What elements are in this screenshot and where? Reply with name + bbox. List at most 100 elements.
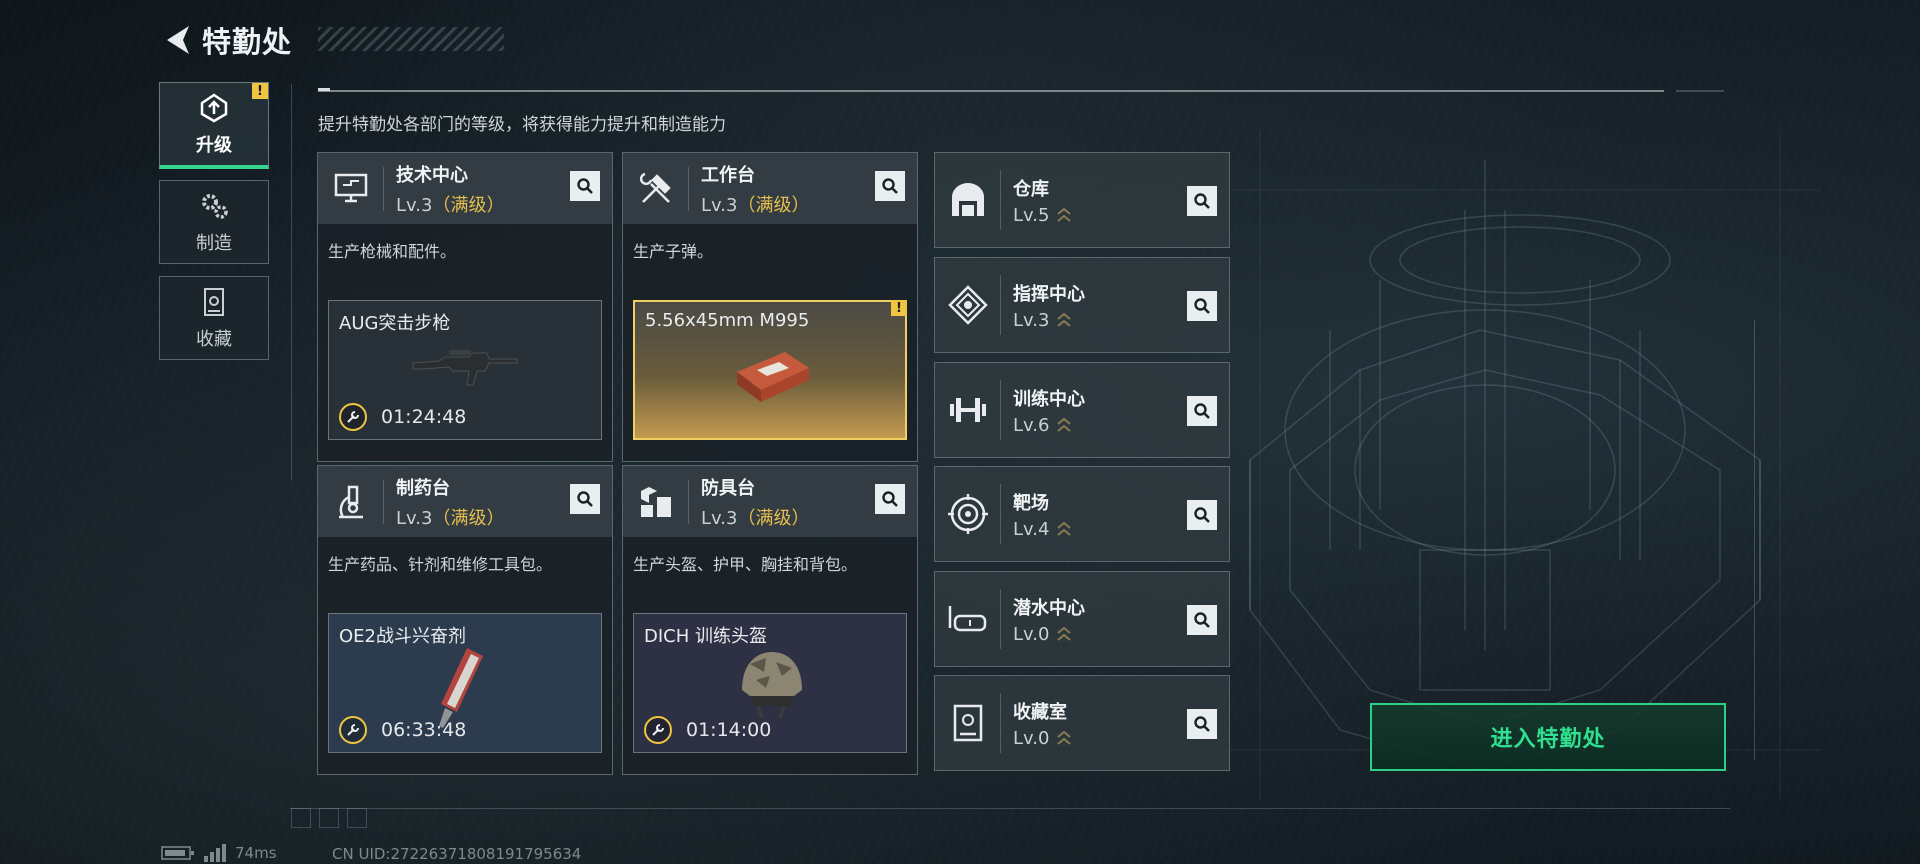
production-timer: 01:24:48 (339, 403, 466, 431)
frame-line (290, 808, 1730, 809)
inspect-button[interactable] (1187, 605, 1217, 635)
magnifier-icon (882, 178, 898, 194)
armor-blocks-icon (623, 479, 689, 524)
hammer-wrench-icon (623, 166, 689, 211)
helmet-icon (742, 652, 802, 719)
product-name: AUG突击步枪 (339, 313, 451, 334)
max-level-tag: （满级） (737, 194, 810, 216)
magnifier-icon (882, 491, 898, 507)
facility-card-workbench[interactable]: 工作台 Lv.3（满级） 生产子弹。 ! 5.56x45mm M995 (622, 152, 918, 462)
facility-card-armor-bench[interactable]: 防具台 Lv.3（满级） 生产头盔、护甲、胸挂和背包。 DICH 训练头盔 01… (622, 465, 918, 775)
facility-name: 防具台 (701, 477, 755, 499)
nav-tab-collection[interactable]: 收藏 (159, 276, 269, 360)
facility-card-pharmacy[interactable]: 制药台 Lv.3（满级） 生产药品、针剂和维修工具包。 OE2战斗兴奋剂 06:… (317, 465, 613, 775)
wrench-timer-icon (339, 716, 367, 744)
room-item-diving-center[interactable]: 潜水中心 Lv.0 (934, 571, 1230, 667)
inspect-button[interactable] (1187, 186, 1217, 216)
production-timer: 01:14:00 (644, 716, 771, 744)
ammo-box-icon (737, 352, 809, 402)
inspect-button[interactable] (1187, 396, 1217, 426)
room-name: 潜水中心 (1013, 597, 1085, 619)
room-item-training-center[interactable]: 训练中心 Lv.6 (934, 362, 1230, 458)
room-level: Lv.0 (1013, 623, 1050, 645)
diving-mask-icon (935, 589, 1001, 649)
magnifier-icon (1194, 403, 1210, 419)
timer-value: 06:33:48 (381, 719, 467, 741)
frame-line (1676, 90, 1724, 92)
room-level: Lv.6 (1013, 414, 1050, 436)
inspect-button[interactable] (875, 171, 905, 201)
nav-tab-upgrade[interactable]: ! 升级 (159, 82, 269, 169)
magnifier-icon (577, 491, 593, 507)
inspect-button[interactable] (1187, 709, 1217, 739)
rifle-icon (412, 350, 518, 386)
room-name: 仓库 (1013, 178, 1049, 200)
nav-label-upgrade: 升级 (196, 135, 232, 156)
frame-line (1754, 320, 1755, 760)
enter-facility-button[interactable]: 进入特勤处 (1370, 703, 1726, 771)
facility-card-tech-center[interactable]: 技术中心 Lv.3（满级） 生产枪械和配件。 AUG突击步枪 01:24:48 (317, 152, 613, 462)
max-level-tag: （满级） (737, 507, 810, 529)
inspect-button[interactable] (1187, 291, 1217, 321)
timer-value: 01:14:00 (686, 719, 772, 741)
production-slot-ready[interactable]: ! 5.56x45mm M995 (633, 300, 907, 440)
nav-tab-crafting[interactable]: 制造 (159, 180, 269, 264)
room-level: Lv.3 (1013, 309, 1050, 331)
facility-level: Lv.3 (396, 507, 433, 529)
production-slot[interactable]: OE2战斗兴奋剂 06:33:48 (328, 613, 602, 753)
facility-level: Lv.3 (701, 194, 738, 216)
inspect-button[interactable] (570, 484, 600, 514)
room-name: 收藏室 (1013, 701, 1067, 723)
facility-name: 制药台 (396, 477, 450, 499)
room-item-command-center[interactable]: 指挥中心 Lv.3 (934, 257, 1230, 353)
production-slot[interactable]: DICH 训练头盔 01:14:00 (633, 613, 907, 753)
upgrade-chevron-icon (1057, 311, 1072, 329)
magnifier-icon (1194, 716, 1210, 732)
timer-value: 01:24:48 (381, 406, 467, 428)
page-title: 特勤处 (202, 25, 293, 59)
upgrade-chevron-icon (1057, 206, 1072, 224)
page-subtitle: 提升特勤处各部门的等级，将获得能力提升和制造能力 (318, 115, 726, 135)
nav-label-collection: 收藏 (196, 329, 232, 350)
signal-bars-icon (204, 844, 226, 862)
magnifier-icon (1194, 193, 1210, 209)
production-timer: 06:33:48 (339, 716, 466, 744)
monitor-icon (318, 166, 384, 211)
facility-name: 技术中心 (396, 164, 468, 186)
upgrade-chevron-icon (1057, 729, 1072, 747)
collection-room-icon (935, 693, 1001, 753)
room-name: 靶场 (1013, 492, 1049, 514)
status-bar: 74ms (161, 844, 277, 862)
user-uid: CN UID:27226371808191795634 (332, 845, 582, 863)
ready-badge: ! (891, 300, 907, 316)
room-item-shooting-range[interactable]: 靶场 Lv.4 (934, 466, 1230, 562)
product-name: 5.56x45mm M995 (645, 310, 810, 331)
target-icon (935, 484, 1001, 544)
wrench-timer-icon (339, 403, 367, 431)
back-button[interactable] (160, 20, 194, 60)
facility-description: 生产子弹。 (633, 242, 714, 261)
inspect-button[interactable] (1187, 500, 1217, 530)
facility-description: 生产枪械和配件。 (328, 242, 457, 261)
magnifier-icon (577, 178, 593, 194)
wrench-timer-icon (644, 716, 672, 744)
production-slot[interactable]: AUG突击步枪 01:24:48 (328, 300, 602, 440)
magnifier-icon (1194, 298, 1210, 314)
room-item-collection-room[interactable]: 收藏室 Lv.0 (934, 675, 1230, 771)
inspect-button[interactable] (570, 171, 600, 201)
command-center-icon (935, 275, 1001, 335)
dumbbell-icon (935, 380, 1001, 440)
room-item-warehouse[interactable]: 仓库 Lv.5 (934, 152, 1230, 248)
upgrade-chevron-icon (1057, 520, 1072, 538)
base-wireframe-illustration (1220, 130, 1820, 800)
facility-description: 生产头盔、护甲、胸挂和背包。 (633, 555, 858, 574)
ping-value: 74ms (235, 844, 277, 862)
top-divider (318, 88, 1664, 92)
microscope-icon (318, 479, 384, 524)
notification-badge: ! (252, 83, 268, 99)
room-name: 指挥中心 (1013, 283, 1085, 305)
product-name: DICH 训练头盔 (644, 626, 767, 647)
gears-icon (197, 189, 231, 223)
facility-level: Lv.3 (701, 507, 738, 529)
inspect-button[interactable] (875, 484, 905, 514)
